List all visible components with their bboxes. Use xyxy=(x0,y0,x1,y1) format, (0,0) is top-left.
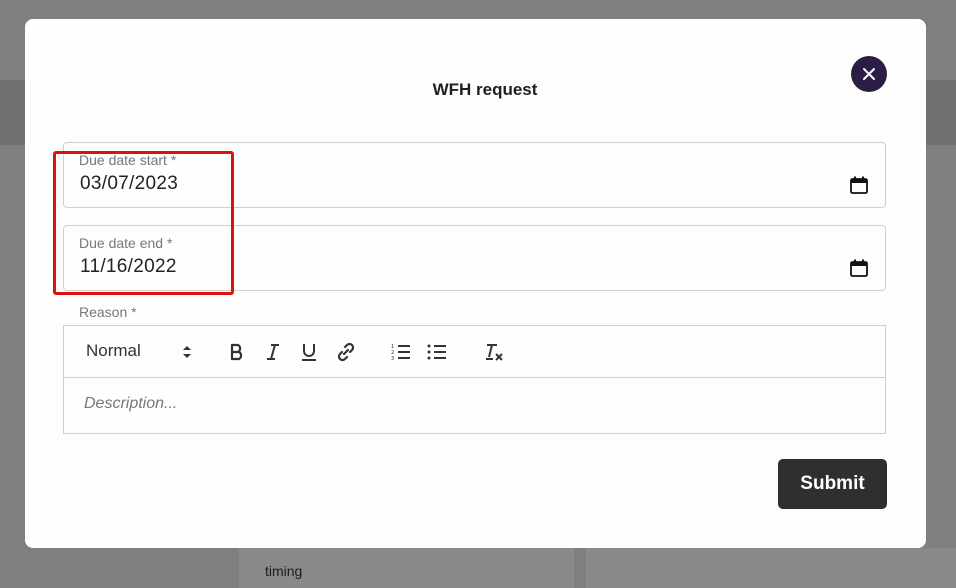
date-fields-highlight-box xyxy=(53,151,234,295)
ordered-list-button[interactable]: 1 2 3 xyxy=(390,341,412,363)
clear-format-button[interactable] xyxy=(482,341,506,363)
calendar-icon[interactable] xyxy=(850,176,868,194)
link-icon xyxy=(337,342,355,362)
submit-button[interactable]: Submit xyxy=(778,459,887,509)
underline-icon xyxy=(302,344,316,361)
format-select[interactable]: Normal xyxy=(82,341,198,363)
clear-format-icon xyxy=(486,344,503,361)
background-card xyxy=(586,548,956,588)
bold-icon xyxy=(230,343,243,361)
modal-title: WFH request xyxy=(432,80,538,99)
italic-button[interactable] xyxy=(262,341,284,363)
ordered-list-icon: 1 2 3 xyxy=(391,344,410,361)
chevron-up-down-icon xyxy=(183,346,191,358)
description-placeholder[interactable]: Description... xyxy=(84,395,177,413)
close-button[interactable] xyxy=(851,56,887,92)
reason-editor: Normal 1 2 3 Description... xyxy=(63,325,886,434)
underline-button[interactable] xyxy=(298,341,320,363)
bold-button[interactable] xyxy=(226,341,248,363)
format-select-value: Normal xyxy=(86,341,141,360)
editor-toolbar: Normal 1 2 3 xyxy=(64,326,885,378)
svg-text:3: 3 xyxy=(391,356,394,361)
italic-icon xyxy=(267,344,279,360)
reason-label: Reason * xyxy=(79,304,137,320)
background-text: timing xyxy=(265,563,303,579)
calendar-icon[interactable] xyxy=(850,259,868,277)
bullet-list-button[interactable] xyxy=(426,341,448,363)
close-icon xyxy=(863,68,875,80)
link-button[interactable] xyxy=(334,341,358,363)
wfh-request-modal: WFH request Due date start * 03/07/2023 … xyxy=(25,19,926,548)
bullet-list-icon xyxy=(427,344,446,360)
